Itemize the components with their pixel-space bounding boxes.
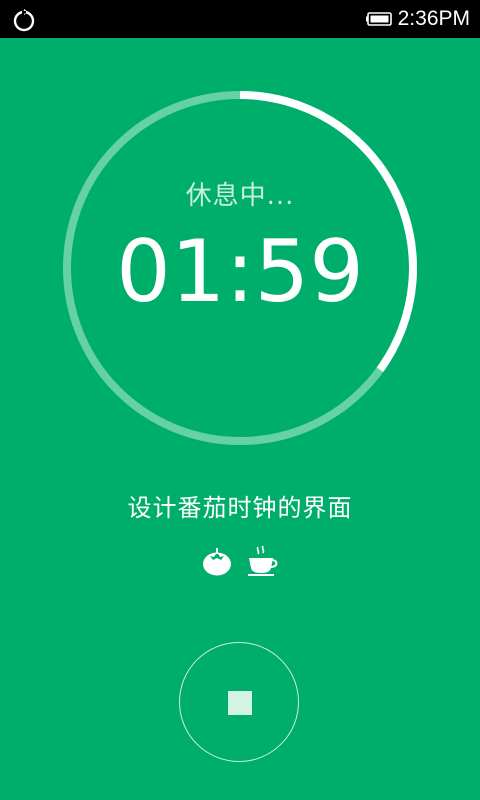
refresh-icon (13, 9, 35, 32)
timer-state-label: 休息中... (185, 181, 295, 211)
mode-icons (0, 544, 480, 578)
timer-countdown: 01:59 (116, 222, 364, 322)
stop-button[interactable] (179, 642, 299, 762)
stop-icon (228, 691, 252, 715)
battery-icon (365, 12, 392, 26)
tomato-icon[interactable] (200, 544, 234, 578)
task-title: 设计番茄时钟的界面 (127, 494, 353, 522)
status-bar: 2:36PM (0, 0, 480, 38)
timer-screen: 2:36PM 休息中... 01:59 设计番茄时钟的界面 (0, 0, 480, 800)
status-right-group: 2:36PM (365, 0, 470, 38)
status-time: 2:36PM (397, 7, 470, 30)
coffee-cup-icon[interactable] (246, 544, 280, 578)
